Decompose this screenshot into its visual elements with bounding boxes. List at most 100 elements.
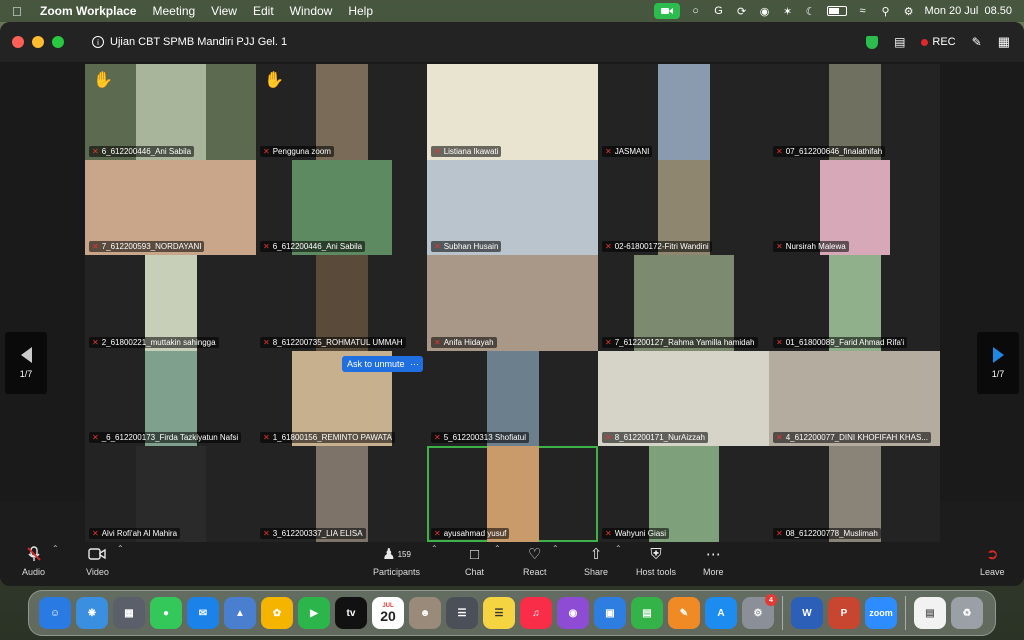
participant-tile[interactable]: ✕ 8_612200735_ROHMATUL UMMAH <box>256 255 427 351</box>
mail-icon[interactable]: ✉ <box>187 597 219 629</box>
participant-tile[interactable]: ✕ Alvi Rofi'ah Al Mahira <box>85 446 256 542</box>
app-store-icon[interactable]: A <box>705 597 737 629</box>
participant-tile[interactable]: ✕ 08_612200778_Muslimah <box>769 446 940 542</box>
menu-window[interactable]: Window <box>290 4 333 18</box>
sync-icon[interactable]: ⟳ <box>735 5 749 18</box>
leave-button[interactable]: ➲ Leave <box>980 546 1005 577</box>
react-options-caret[interactable]: ⌃ <box>552 544 559 553</box>
info-icon[interactable]: i <box>92 36 104 48</box>
notes-app-icon[interactable]: ☰ <box>483 597 515 629</box>
more-button[interactable]: ⋯ More <box>703 546 724 577</box>
meeting-info[interactable]: i Ujian CBT SPMB Mandiri PJJ Gel. 1 <box>92 36 287 48</box>
participant-name: 07_612200646_finalathifah <box>785 146 883 156</box>
contacts-icon[interactable]: ☻ <box>409 597 441 629</box>
video-button[interactable]: Video <box>86 546 109 577</box>
chat-options-caret[interactable]: ⌃ <box>494 544 501 553</box>
share-options-caret[interactable]: ⌃ <box>615 544 622 553</box>
datetime[interactable]: Mon 20 Jul 08.50 <box>925 5 1012 17</box>
menu-help[interactable]: Help <box>348 4 373 18</box>
pen-icon[interactable]: ✎ <box>972 35 982 49</box>
participant-tile[interactable]: ✕ JASMANI <box>598 64 769 160</box>
recording-indicator[interactable]: REC <box>921 36 956 48</box>
prev-page-button[interactable]: 1/7 <box>5 332 47 394</box>
dictation-icon[interactable]: ○ <box>689 5 703 17</box>
minimize-window-button[interactable] <box>32 36 44 48</box>
participants-button[interactable]: ♟ 159 Participants <box>373 546 420 577</box>
participant-name-label: ✕ Listiana Ikawati <box>431 145 594 157</box>
participant-tile[interactable]: ✋ ✕ Pengguna zoom <box>256 64 427 160</box>
menu-view[interactable]: View <box>211 4 237 18</box>
zoom-status-icon[interactable] <box>653 3 680 19</box>
notes-icon[interactable]: ▤ <box>894 35 905 49</box>
apple-tv-icon[interactable]: tv <box>335 597 367 629</box>
ask-to-unmute-button[interactable]: Ask to unmute <box>342 356 410 372</box>
trash-icon[interactable]: ♻ <box>951 597 983 629</box>
numbers-icon[interactable]: ▤ <box>631 597 663 629</box>
bluetooth-icon[interactable]: ✶ <box>781 5 795 18</box>
podcasts-icon[interactable]: ◉ <box>557 597 589 629</box>
keynote-icon[interactable]: ▣ <box>594 597 626 629</box>
react-button[interactable]: ♡ React <box>523 546 547 577</box>
participant-tile[interactable]: ✕ 6_612200446_Ani Sabila <box>256 159 427 256</box>
audio-options-caret[interactable]: ⌃ <box>52 544 59 553</box>
participant-tile[interactable]: ✕ ayusahmad yusuf <box>427 446 598 542</box>
finder-icon[interactable]: ☺ <box>39 597 71 629</box>
photos-icon[interactable]: ✿ <box>261 597 293 629</box>
maps-icon[interactable]: ▲ <box>224 597 256 629</box>
apple-icon[interactable]:  <box>12 4 26 19</box>
close-window-button[interactable] <box>12 36 24 48</box>
participant-tile[interactable]: ✕ 8_612200171_NurAizzah <box>598 350 769 447</box>
participant-tile[interactable]: ✕ Wahyuni Giasi <box>598 446 769 542</box>
gallery-view-icon[interactable]: ▦ <box>998 34 1010 50</box>
launchpad-icon[interactable]: ▦ <box>113 597 145 629</box>
menu-meeting[interactable]: Meeting <box>152 4 195 18</box>
audio-button[interactable]: Audio <box>22 546 45 577</box>
host-tools-button[interactable]: ⛨ Host tools <box>636 546 676 578</box>
participant-tile[interactable]: ✕ 4_612200077_DINI KHOFIFAH KHAS... <box>769 350 940 447</box>
control-center-icon[interactable]: ⚙ <box>902 5 916 18</box>
participant-tile[interactable]: ✕ 07_612200646_finalathifah <box>769 64 940 160</box>
facetime-icon[interactable]: ▶ <box>298 597 330 629</box>
participant-tile[interactable]: ✕ Listiana Ikawati <box>427 64 598 160</box>
participant-tile[interactable]: ✕ 5_612200313 Shofiatul <box>427 350 598 447</box>
safari-icon[interactable]: ❋ <box>76 597 108 629</box>
calendar-icon[interactable]: JUL 20 <box>372 597 404 629</box>
moon-icon[interactable]: ☾ <box>804 5 818 18</box>
participant-tile[interactable]: ✕ 01_61800089_Farid Ahmad Rifa'i <box>769 255 940 351</box>
dock: ☺ ❋ ▦ ● ✉ ▲ ✿ ▶ tv JUL 20 ☻ ☰ ☰ ♫ ◉ ▣ ▤ … <box>28 590 996 636</box>
more-options-button[interactable]: ··· <box>406 356 423 372</box>
word-icon[interactable]: W <box>791 597 823 629</box>
participant-tile[interactable]: ✕ Nursirah Malewa <box>769 159 940 256</box>
record-status-icon[interactable]: ◉ <box>758 5 772 18</box>
reminders-icon[interactable]: ☰ <box>446 597 478 629</box>
participant-tile[interactable]: ✕ 02-61800172-Fitri Wandini <box>598 159 769 256</box>
menu-edit[interactable]: Edit <box>253 4 274 18</box>
wifi-icon[interactable]: ≈ <box>856 5 870 17</box>
fullscreen-window-button[interactable] <box>52 36 64 48</box>
participant-tile[interactable]: ✕ Subhan Husain <box>427 159 598 256</box>
messages-icon[interactable]: ● <box>150 597 182 629</box>
powerpoint-icon[interactable]: P <box>828 597 860 629</box>
next-page-button[interactable]: 1/7 <box>977 332 1019 394</box>
zoom-dock-icon[interactable]: zoom <box>865 597 897 629</box>
participant-tile[interactable]: ✕ _6_612200173_Firda Tazkiyatun Nafsi <box>85 350 256 447</box>
chat-button[interactable]: □ Chat <box>465 546 484 578</box>
pages-icon[interactable]: ✎ <box>668 597 700 629</box>
search-icon[interactable]: ⚲ <box>879 5 893 18</box>
participant-tile[interactable]: ✕ 3_612200337_LIA ELISA <box>256 446 427 542</box>
participant-tile[interactable]: ✕ 7_612200127_Rahma Yamilla hamidah <box>598 255 769 351</box>
share-button[interactable]: ⇧ Share <box>584 546 608 577</box>
participants-options-caret[interactable]: ⌃ <box>431 544 438 553</box>
document-icon[interactable]: ▤ <box>914 597 946 629</box>
participant-tile[interactable]: ✕ 2_61800221_muttakin sahingga <box>85 255 256 351</box>
grammarly-icon[interactable]: G <box>712 5 726 17</box>
participant-tile[interactable]: ✕ Anifa Hidayah <box>427 255 598 351</box>
app-menu[interactable]: Zoom Workplace <box>40 4 136 18</box>
participant-tile[interactable]: ✕ 7_612200593_NORDAYANI <box>85 159 256 256</box>
system-settings-icon[interactable]: ⚙ 4 <box>742 594 777 629</box>
participant-tile[interactable]: ✋ ✕ 6_612200446_Ani Sabila <box>85 64 256 160</box>
music-icon[interactable]: ♫ <box>520 597 552 629</box>
battery-icon[interactable] <box>826 6 847 16</box>
video-options-caret[interactable]: ⌃ <box>117 544 124 553</box>
shield-icon[interactable] <box>866 35 879 49</box>
